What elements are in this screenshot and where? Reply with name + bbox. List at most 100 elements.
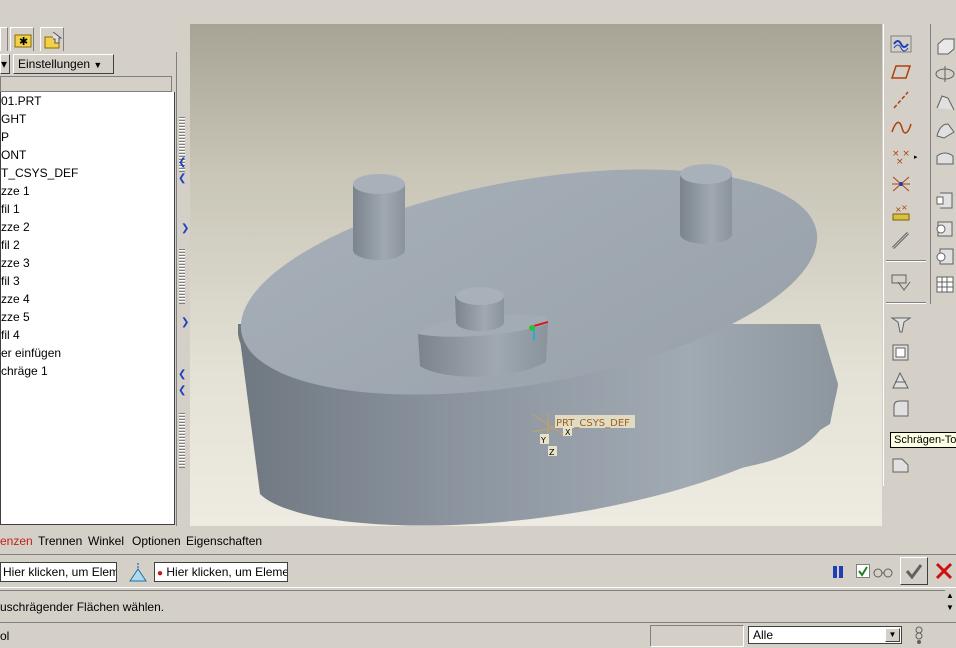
- copy-geometry-icon[interactable]: [890, 272, 914, 294]
- part-model[interactable]: PRT_CSYS_DEF X Y Z: [190, 24, 882, 526]
- collapse-left-icon[interactable]: ❮: [178, 174, 186, 184]
- collapse-left-icon[interactable]: ❮: [178, 370, 186, 380]
- scroll-down-icon[interactable]: ▼: [946, 602, 956, 614]
- confirm-button[interactable]: [900, 557, 928, 585]
- selection-filter-value: Alle: [753, 628, 774, 642]
- svg-text:×: ×: [896, 157, 904, 166]
- hole-icon[interactable]: [934, 190, 956, 212]
- tooltip: Schrägen-Too: [890, 432, 956, 448]
- tree-item[interactable]: chräge 1: [1, 362, 174, 380]
- draft-surface-collector[interactable]: Hier klicken, um Element: [0, 562, 117, 582]
- pause-icon[interactable]: [830, 564, 846, 580]
- tree-item[interactable]: zze 3: [1, 254, 174, 272]
- tree-column-header: [0, 76, 172, 92]
- settings-dropdown-button[interactable]: Einstellungen ▼: [13, 54, 114, 74]
- tree-item[interactable]: zze 2: [1, 218, 174, 236]
- pattern-icon[interactable]: [934, 218, 956, 240]
- tree-item[interactable]: fil 3: [1, 272, 174, 290]
- collapse-left-icon[interactable]: ❮: [178, 386, 186, 396]
- mirror-icon[interactable]: [934, 246, 956, 268]
- chamfer-icon[interactable]: [890, 454, 914, 476]
- graphics-viewport[interactable]: PRT_CSYS_DEF X Y Z: [190, 24, 882, 526]
- datum-plane-icon[interactable]: [890, 62, 914, 84]
- tree-item[interactable]: fil 2: [1, 236, 174, 254]
- draft-hinge-collector-text: Hier klicken, um Element: [166, 565, 288, 579]
- required-dot-icon: ●: [157, 568, 164, 579]
- revolve-icon[interactable]: [934, 64, 956, 86]
- settings-label: Einstellungen: [18, 57, 91, 71]
- pin-right[interactable]: [680, 174, 732, 244]
- tree-item[interactable]: ONT: [1, 146, 174, 164]
- draft-hinge-icon: [126, 561, 150, 583]
- preview-checkbox[interactable]: [856, 564, 870, 578]
- datum-point-icon[interactable]: × × × ▸: [890, 146, 918, 168]
- tree-item[interactable]: 01.PRT: [1, 92, 174, 110]
- status-left-text: ol: [0, 629, 10, 643]
- cancel-button[interactable]: [932, 559, 956, 583]
- pin-left[interactable]: [353, 184, 405, 260]
- panel-splitter[interactable]: ❮ ❮ ❯ ❯ ❮ ❮: [177, 52, 190, 526]
- tab-angle[interactable]: Winkel: [88, 534, 124, 548]
- traffic-light-icon: [912, 625, 926, 645]
- glasses-icon[interactable]: [872, 564, 894, 580]
- extrude-icon[interactable]: [934, 36, 956, 58]
- round-icon[interactable]: [890, 398, 914, 420]
- model-tree-panel: ▾ Einstellungen ▼ 01.PRT GHT P ONT T_CSYS_DE…: [0, 52, 177, 526]
- message-scrollbar[interactable]: ▲ ▼: [946, 590, 956, 622]
- dashboard-tabs: enzen Trennen Winkel Optionen Eigenschaf…: [0, 530, 956, 550]
- selection-filter-select[interactable]: Alle ▼: [748, 626, 902, 644]
- draft-icon[interactable]: [890, 370, 914, 392]
- collapse-left-icon[interactable]: ❮: [178, 158, 186, 168]
- tab-split[interactable]: Trennen: [38, 534, 82, 548]
- sketch-tool-icon[interactable]: [890, 230, 914, 252]
- rib-icon[interactable]: [890, 314, 914, 336]
- datum-axis-icon[interactable]: [890, 90, 914, 112]
- tree-item[interactable]: T_CSYS_DEF: [1, 164, 174, 182]
- grid-icon[interactable]: [934, 274, 956, 296]
- shell-icon[interactable]: [890, 342, 914, 364]
- datum-toolbar: × × × ▸ × ×: [883, 24, 928, 486]
- analysis-icon[interactable]: × ×: [890, 202, 914, 224]
- tab-folder-browser[interactable]: ✱: [10, 27, 34, 51]
- tree-item[interactable]: fil 4: [1, 326, 174, 344]
- datum-display-icon[interactable]: [890, 34, 914, 56]
- tree-item[interactable]: zze 5: [1, 308, 174, 326]
- message-area: uschrägender Flächen wählen.: [0, 590, 945, 622]
- tab-options[interactable]: Optionen: [132, 534, 181, 548]
- tree-item[interactable]: er einfügen: [1, 344, 174, 362]
- tab-references[interactable]: enzen: [0, 534, 33, 548]
- tab-properties[interactable]: Eigenschaften: [186, 534, 262, 548]
- draft-hinge-collector[interactable]: ● Hier klicken, um Element: [154, 562, 288, 582]
- csys-axis-y: Y: [540, 436, 546, 445]
- datum-csys-icon[interactable]: [890, 174, 914, 196]
- blend-icon[interactable]: [934, 120, 956, 142]
- csys-axis-x: X: [565, 428, 571, 437]
- dashboard-row: Hier klicken, um Element ● Hier klicken,…: [0, 554, 956, 588]
- svg-text:▸: ▸: [914, 153, 918, 161]
- splitter-grip[interactable]: [179, 248, 185, 304]
- chevron-down-icon: ▼: [93, 60, 103, 70]
- tree-item[interactable]: GHT: [1, 110, 174, 128]
- tab-favorites[interactable]: [40, 27, 64, 51]
- tree-item[interactable]: fil 1: [1, 200, 174, 218]
- close-icon: [935, 562, 953, 580]
- svg-text:✱: ✱: [19, 35, 28, 48]
- tab-model-tree[interactable]: [0, 27, 8, 51]
- boundary-icon[interactable]: [934, 148, 956, 170]
- show-dropdown-button[interactable]: ▾: [0, 54, 10, 74]
- datum-curve-icon[interactable]: [890, 118, 914, 140]
- model-tree-list: 01.PRT GHT P ONT T_CSYS_DEF zze 1 fil 1 zze 2 fi…: [0, 92, 175, 525]
- tree-item[interactable]: zze 1: [1, 182, 174, 200]
- expand-right-icon[interactable]: ❯: [181, 224, 189, 234]
- check-icon: [858, 566, 868, 577]
- csys-axis-z: Z: [549, 448, 555, 457]
- sweep-icon[interactable]: [934, 92, 956, 114]
- chevron-down-icon[interactable]: ▼: [885, 628, 900, 642]
- scroll-up-icon[interactable]: ▲: [946, 590, 956, 602]
- splitter-grip[interactable]: [179, 412, 185, 468]
- svg-text:×: ×: [901, 203, 908, 212]
- expand-right-icon[interactable]: ❯: [181, 318, 189, 328]
- folder-star-icon: ✱: [14, 34, 32, 48]
- tree-item[interactable]: zze 4: [1, 290, 174, 308]
- tree-item[interactable]: P: [1, 128, 174, 146]
